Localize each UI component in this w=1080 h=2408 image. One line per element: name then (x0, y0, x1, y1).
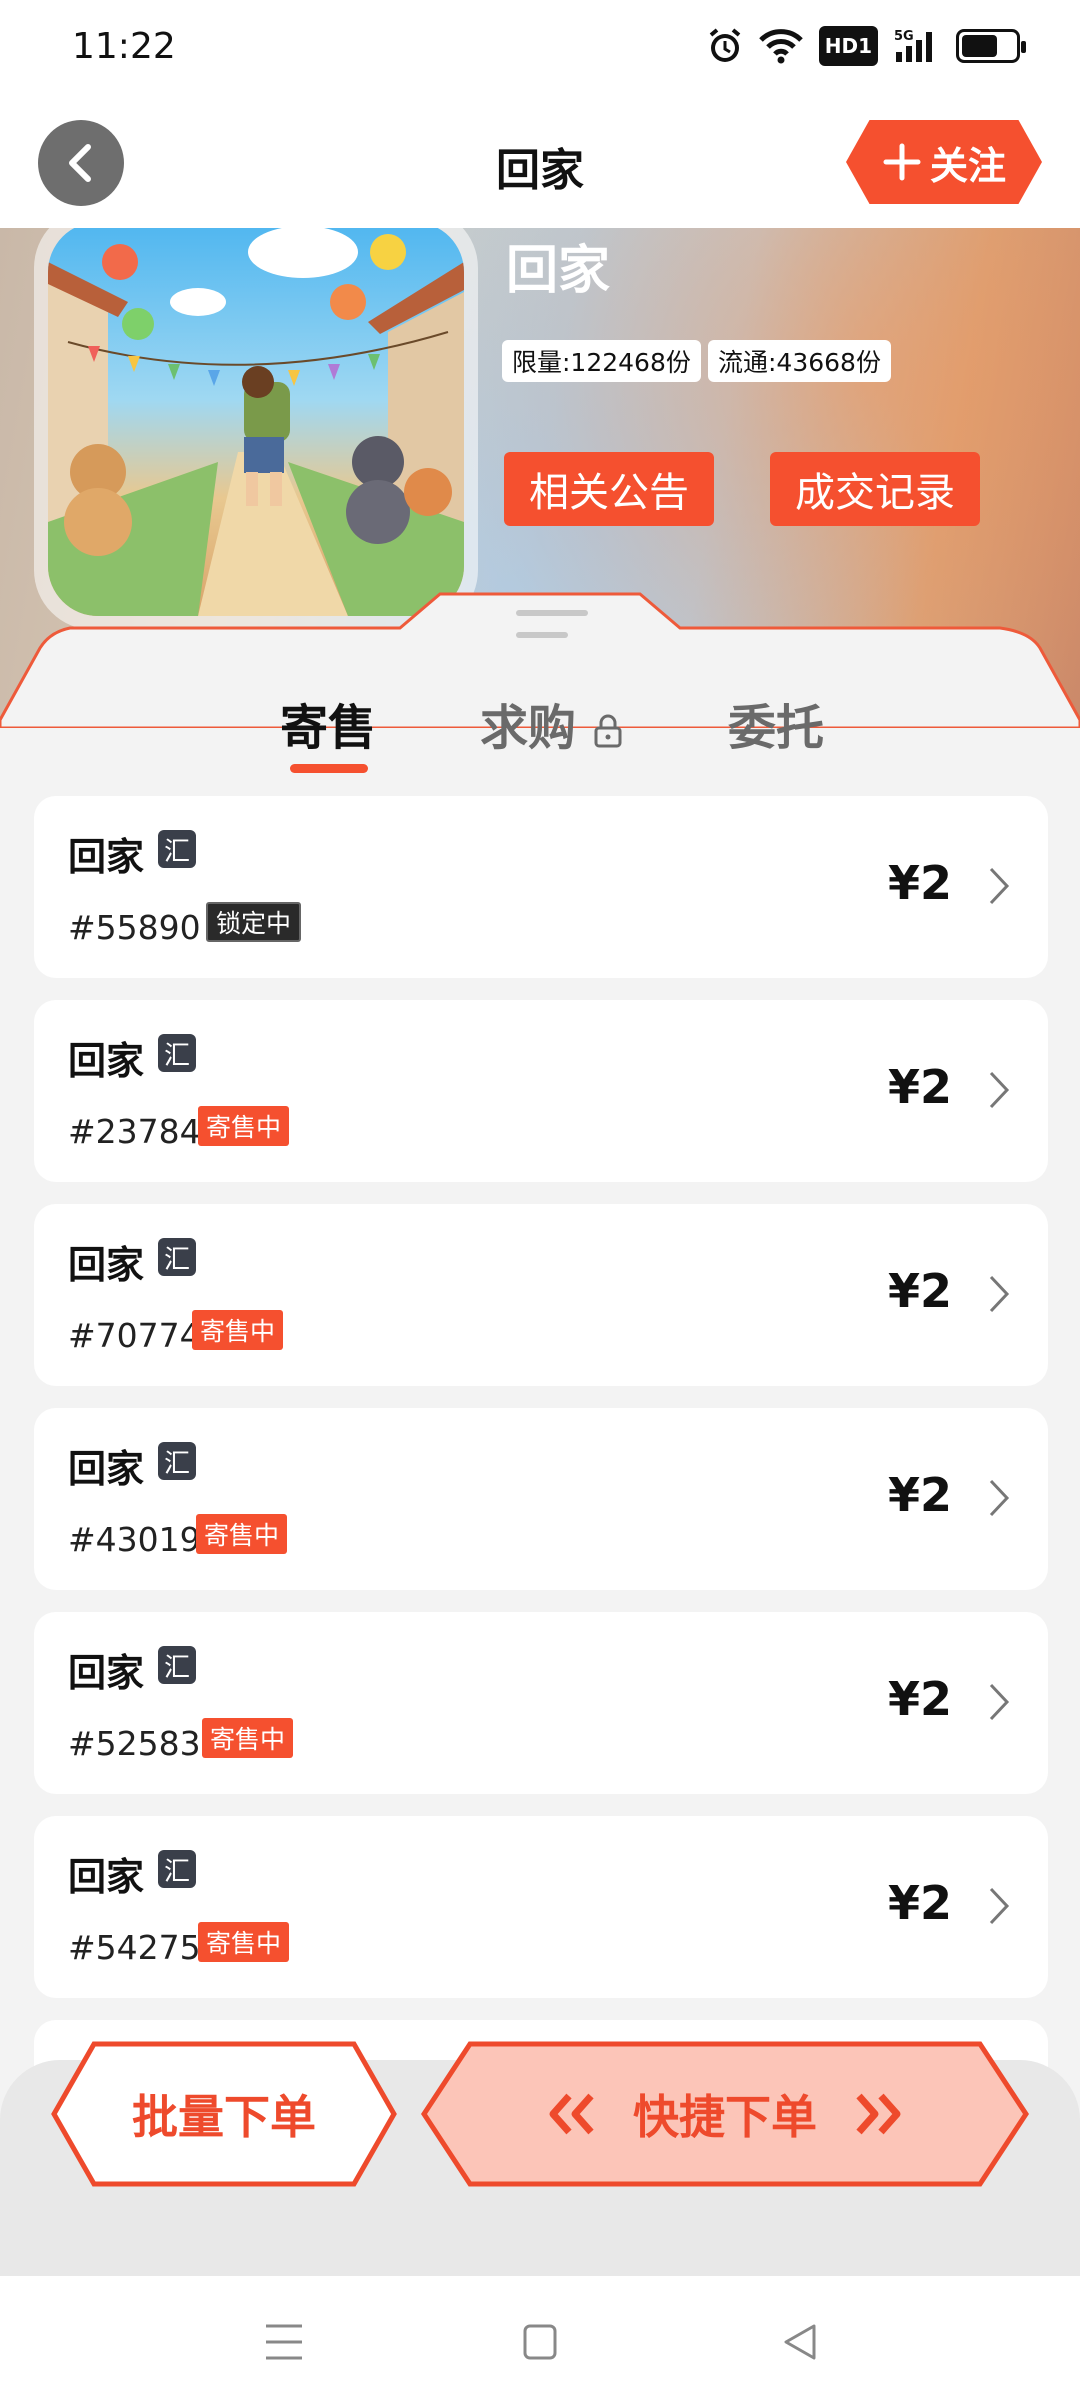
chevron-right-icon (989, 1275, 1010, 1313)
listing-card[interactable]: 回家 汇 #23784 寄售中 ¥2 (34, 1000, 1048, 1182)
status-icons: HD1 5G (707, 26, 1026, 66)
double-chevron-right-icon (856, 2093, 901, 2135)
drag-handle[interactable] (516, 610, 588, 616)
listing-name: 回家 (68, 1855, 145, 1899)
listing-serial: #54275 (68, 1928, 201, 1967)
double-chevron-left-icon (549, 2093, 594, 2135)
hui-badge: 汇 (158, 1646, 196, 1684)
listing-serial: #52583 (68, 1724, 201, 1763)
batch-order-button[interactable]: 批量下单 (50, 2040, 398, 2188)
collection-artwork[interactable] (48, 228, 464, 616)
status-badge: 寄售中 (192, 1310, 284, 1350)
announcement-button[interactable]: 相关公告 (504, 452, 714, 526)
home-icon[interactable] (522, 2320, 558, 2364)
drag-handle-line (516, 632, 568, 638)
listing-name: 回家 (68, 1651, 145, 1695)
signal-icon: 5G (894, 26, 940, 66)
status-badge: 寄售中 (198, 1922, 290, 1962)
listing-price: ¥2 (887, 1468, 952, 1522)
status-time: 11:22 (72, 26, 176, 67)
alarm-icon (707, 26, 743, 66)
listing-name: 回家 (68, 835, 145, 879)
hd-icon: HD1 (818, 26, 878, 66)
back-nav-icon[interactable] (780, 2320, 820, 2364)
follow-button[interactable]: 关注 (846, 120, 1042, 204)
hui-badge: 汇 (158, 830, 196, 868)
quick-order-label-row: 快捷下单 (420, 2040, 1030, 2188)
listing-card[interactable]: 回家 汇 #43019 寄售中 ¥2 (34, 1408, 1048, 1590)
collection-name: 回家 (506, 241, 611, 301)
tab-purchase[interactable]: 求购 (480, 688, 623, 758)
tab-purchase-label: 求购 (480, 700, 577, 756)
chevron-right-icon (989, 1887, 1010, 1925)
chevron-right-icon (989, 1071, 1010, 1109)
listing-price: ¥2 (887, 1264, 952, 1318)
batch-order-label: 批量下单 (132, 2090, 316, 2144)
listing-name: 回家 (68, 1447, 145, 1491)
quick-order-button[interactable]: 快捷下单 (420, 2040, 1030, 2188)
listing-serial: #70774 (68, 1316, 201, 1355)
plus-icon (883, 143, 921, 181)
listing-card[interactable]: 回家 汇 #52583 寄售中 ¥2 (34, 1612, 1048, 1794)
hui-badge: 汇 (158, 1442, 196, 1480)
follow-label: 关注 (929, 143, 1006, 188)
tab-entrust[interactable]: 委托 (728, 688, 824, 758)
limit-pill: 限量:122468份 (502, 340, 701, 382)
tab-consignment[interactable]: 寄售 (280, 688, 376, 758)
quick-order-label: 快捷下单 (633, 2090, 817, 2144)
svg-text:5G: 5G (894, 29, 914, 44)
chevron-right-icon (989, 1683, 1010, 1721)
listing-serial: #55890 (68, 908, 201, 947)
listing-price: ¥2 (887, 1672, 952, 1726)
listing-name: 回家 (68, 1243, 145, 1287)
listing-serial: #23784 (68, 1112, 201, 1151)
system-nav-bar (0, 2276, 1080, 2408)
listing-card[interactable]: 回家 汇 #55890 锁定中 ¥2 (34, 796, 1048, 978)
menu-icon[interactable] (264, 2320, 304, 2364)
hui-badge: 汇 (158, 1850, 196, 1888)
listing-serial: #43019 (68, 1520, 201, 1559)
lock-icon (594, 714, 622, 748)
trade-records-button[interactable]: 成交记录 (770, 452, 980, 526)
hui-badge: 汇 (158, 1238, 196, 1276)
status-badge: 寄售中 (198, 1106, 290, 1146)
status-badge: 寄售中 (202, 1718, 294, 1758)
tab-bar: 寄售 求购 委托 (0, 688, 1080, 768)
active-tab-indicator (290, 764, 368, 773)
top-header: 回家 关注 (0, 100, 1080, 228)
status-badge: 锁定中 (206, 902, 302, 942)
battery-icon (956, 26, 1026, 66)
chevron-right-icon (989, 1479, 1010, 1517)
listing-price: ¥2 (887, 1060, 952, 1114)
hui-badge: 汇 (158, 1034, 196, 1072)
listing-name: 回家 (68, 1039, 145, 1083)
listing-card[interactable]: 回家 汇 #70774 寄售中 ¥2 (34, 1204, 1048, 1386)
listing-card[interactable]: 回家 汇 #54275 寄售中 ¥2 (34, 1816, 1048, 1998)
circulation-pill: 流通:43668份 (708, 340, 891, 382)
wifi-icon (758, 26, 803, 66)
chevron-right-icon (989, 867, 1010, 905)
status-bar: 11:22 HD1 5G (0, 0, 1080, 100)
listing-price: ¥2 (887, 1876, 952, 1930)
collection-artwork-frame (34, 228, 478, 630)
listing-price: ¥2 (887, 856, 952, 910)
status-badge: 寄售中 (196, 1514, 288, 1554)
